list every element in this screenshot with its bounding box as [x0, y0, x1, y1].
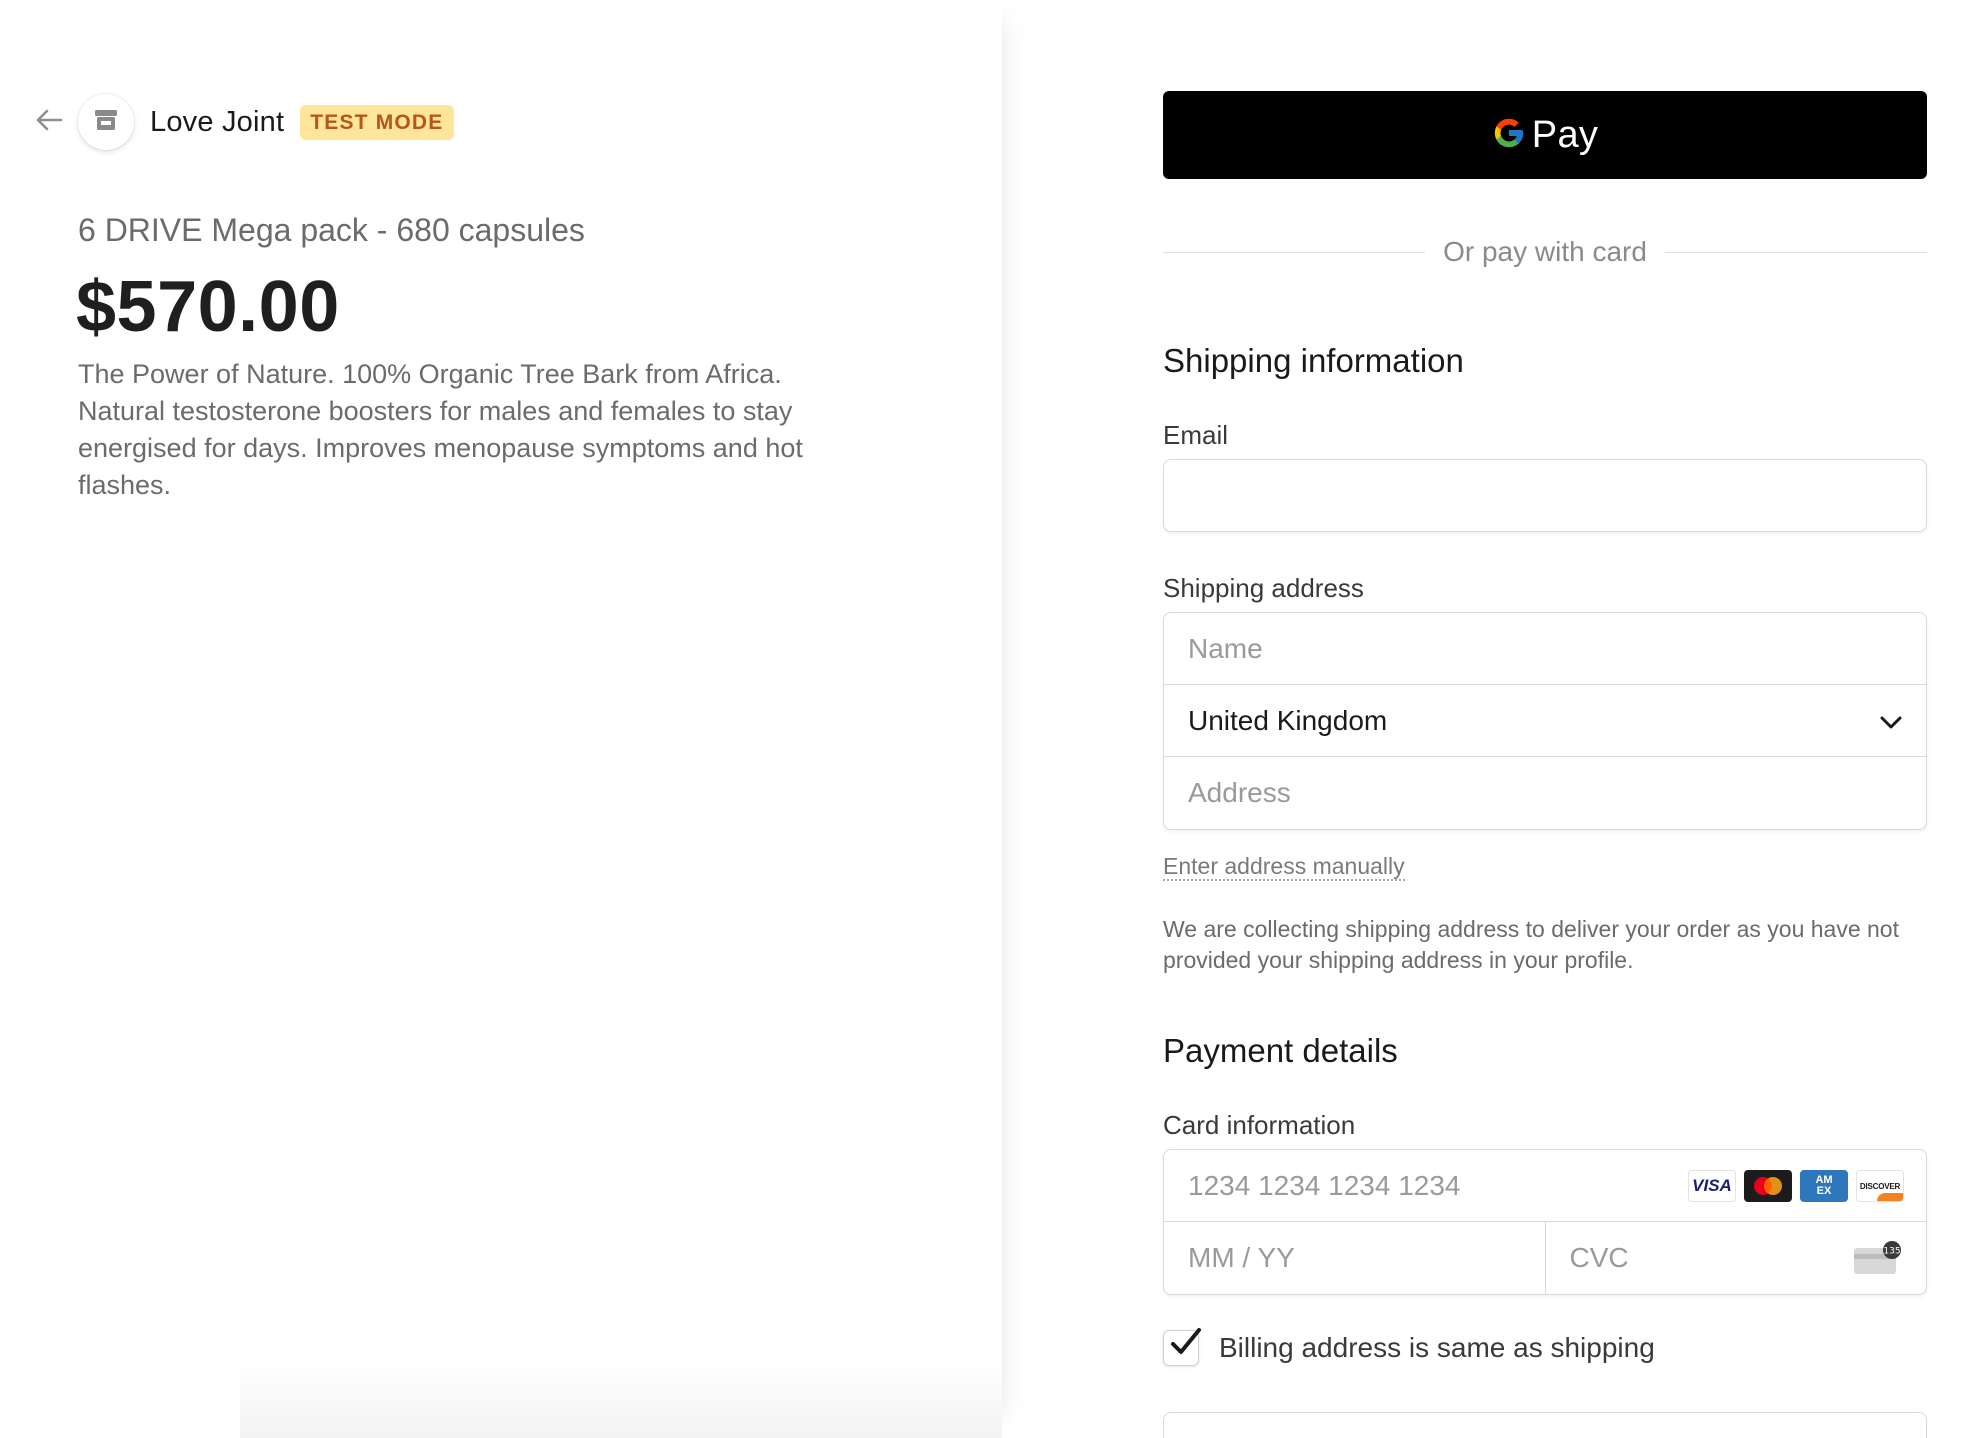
shipping-address-group: Name United Kingdom Address: [1163, 612, 1927, 830]
arrow-left-icon: [35, 108, 63, 137]
divider-line-right: [1664, 251, 1928, 253]
chevron-down-icon: [1878, 709, 1904, 742]
google-pay-label: Pay: [1531, 113, 1599, 156]
email-field[interactable]: [1163, 459, 1927, 532]
store-name: Love Joint: [150, 105, 285, 138]
email-input[interactable]: [1164, 460, 1926, 531]
checkmark-icon: [1168, 1325, 1204, 1366]
pay-with-card-divider: Or pay with card: [1163, 232, 1928, 272]
address-input[interactable]: Address: [1164, 757, 1926, 829]
svg-text:135: 135: [1883, 1247, 1900, 1257]
card-number-input[interactable]: 1234 1234 1234 1234 VISA AM EX DISCOVER: [1164, 1150, 1926, 1222]
product-description: The Power of Nature. 100% Organic Tree B…: [78, 359, 803, 500]
store-logo: [78, 94, 134, 150]
cvc-placeholder: CVC: [1569, 1242, 1629, 1273]
card-information-label: Card information: [1163, 1110, 1356, 1140]
expiry-placeholder: MM / YY: [1188, 1242, 1295, 1273]
name-input[interactable]: Name: [1164, 613, 1926, 685]
back-button[interactable]: [34, 107, 64, 137]
card-information-group: 1234 1234 1234 1234 VISA AM EX DISCOVER: [1163, 1149, 1927, 1295]
email-label: Email: [1163, 420, 1229, 450]
divider-text: Or pay with card: [1443, 236, 1647, 267]
shipping-helper-text: We are collecting shipping address to de…: [1163, 916, 1899, 973]
store-icon: [93, 108, 119, 137]
card-brands: VISA AM EX DISCOVER: [1688, 1170, 1904, 1202]
cvc-input[interactable]: CVC 135: [1546, 1222, 1927, 1294]
address-placeholder: Address: [1188, 777, 1291, 808]
discover-icon: DISCOVER: [1856, 1170, 1904, 1202]
card-number-placeholder: 1234 1234 1234 1234: [1188, 1169, 1461, 1201]
shipping-section-title: Shipping information: [1163, 342, 1464, 379]
cvc-card-icon: 135: [1852, 1240, 1904, 1283]
checkout-form-panel: Pay Or pay with card Shipping informatio…: [1002, 0, 1966, 1438]
visa-icon: VISA: [1688, 1170, 1736, 1202]
country-value: United Kingdom: [1188, 704, 1388, 736]
expiry-cvc-row: MM / YY CVC 135: [1164, 1222, 1926, 1294]
billing-same-checkbox[interactable]: [1163, 1328, 1201, 1366]
name-placeholder: Name: [1188, 632, 1263, 664]
google-pay-button[interactable]: Pay: [1163, 91, 1927, 179]
expiry-input[interactable]: MM / YY: [1164, 1222, 1546, 1294]
google-g-icon: [1492, 116, 1526, 155]
country-select[interactable]: United Kingdom: [1164, 685, 1926, 757]
product-summary-panel: Love Joint TEST MODE 6 DRIVE Mega pack -…: [0, 0, 1002, 1438]
amex-icon: AM EX: [1800, 1170, 1848, 1202]
merchant-header: Love Joint TEST MODE: [34, 94, 454, 150]
mastercard-icon: [1744, 1170, 1792, 1202]
payment-section-title: Payment details: [1163, 1032, 1398, 1069]
divider-line-left: [1163, 251, 1426, 253]
product-name: 6 DRIVE Mega pack - 680 capsules: [78, 212, 585, 248]
billing-option-box[interactable]: [1163, 1412, 1927, 1438]
product-price: $570.00: [76, 267, 340, 347]
billing-same-row: Billing address is same as shipping: [1163, 1328, 1655, 1366]
shipping-address-label: Shipping address: [1163, 573, 1364, 603]
billing-same-label: Billing address is same as shipping: [1219, 1332, 1655, 1363]
test-mode-badge: TEST MODE: [300, 104, 454, 140]
panel-fade: [240, 1360, 1002, 1438]
enter-address-manually-link[interactable]: Enter address manually: [1163, 853, 1405, 881]
